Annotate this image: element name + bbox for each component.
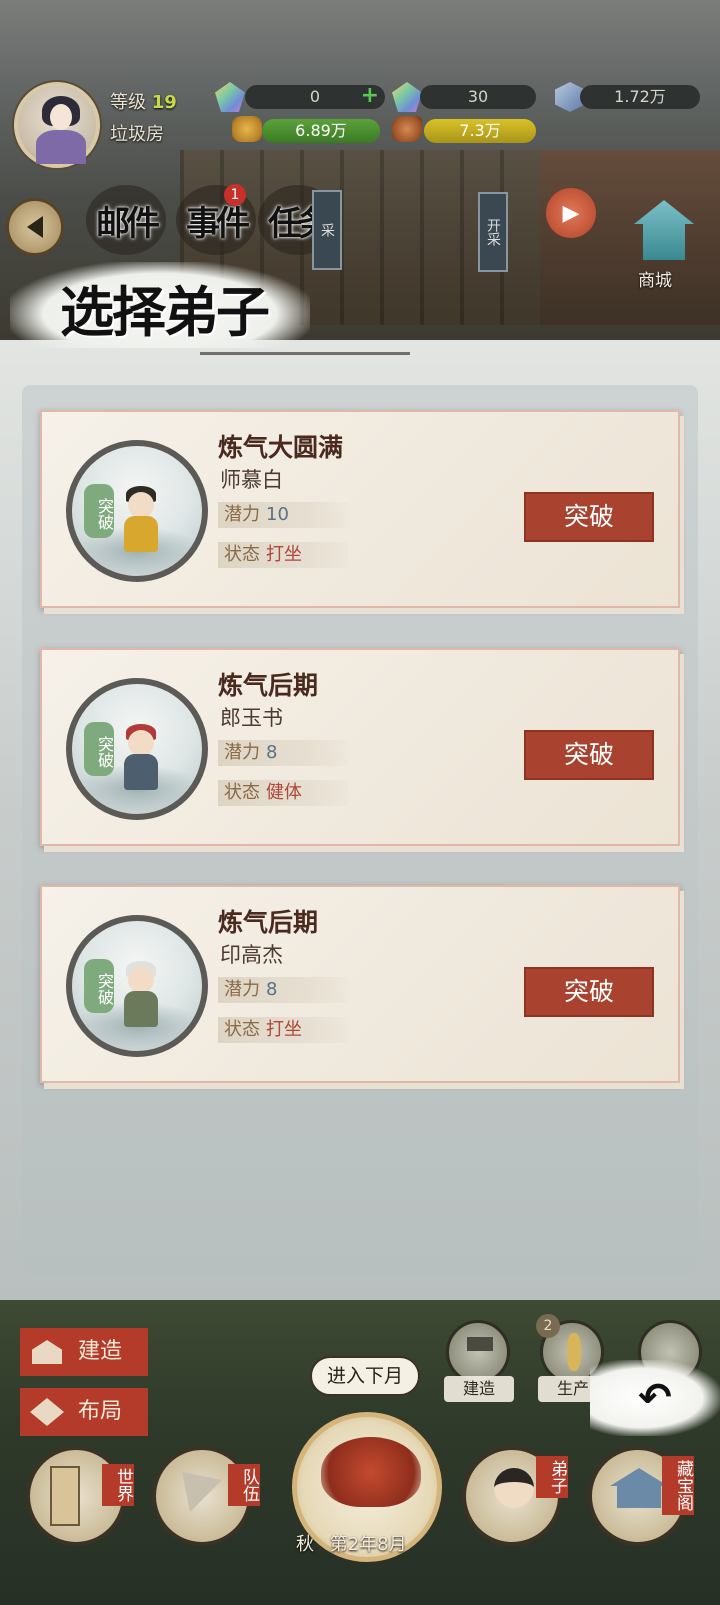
status-value: 打坐 <box>266 1019 302 1040</box>
disciple-realm: 炼气大圆满 <box>218 433 344 462</box>
level-label: 等级 <box>110 92 146 113</box>
location-label: 垃圾房 <box>110 124 164 145</box>
potential-label: 潜力 <box>224 504 260 525</box>
potential-value: 10 <box>266 504 289 525</box>
build-button[interactable]: 建造 <box>20 1328 148 1376</box>
potential-value: 8 <box>266 742 278 763</box>
add-jade-icon[interactable]: + <box>361 85 379 107</box>
maple-tree-icon <box>321 1437 421 1507</box>
nav-team-label: 队伍 <box>228 1464 260 1506</box>
disciple-face-icon <box>494 1468 534 1508</box>
date-label: 第2年8月 <box>329 1534 407 1555</box>
potential-row: 潜力 10 <box>218 502 348 528</box>
potential-row: 潜力 8 <box>218 977 348 1003</box>
mine-sign-left[interactable]: 采 <box>312 190 342 270</box>
hammer-icon <box>467 1337 493 1351</box>
character-body <box>124 991 158 1027</box>
breakthrough-button[interactable]: 突破 <box>524 730 654 780</box>
nav-disciple-label: 弟子 <box>536 1456 568 1498</box>
disciple-realm: 炼气后期 <box>218 908 319 937</box>
build-tool-label: 建造 <box>444 1376 514 1402</box>
mail-button[interactable]: 邮件 <box>86 185 166 255</box>
crystal-value: 1.72万 <box>614 87 666 106</box>
pavilion-icon <box>610 1468 668 1508</box>
season-label: 秋 <box>296 1534 314 1555</box>
status-row: 状态 打坐 <box>218 542 348 568</box>
gem-bar: 30 <box>420 85 536 109</box>
status-value: 打坐 <box>266 544 302 565</box>
disciple-card[interactable]: 突破 炼气后期 郎玉书 潜力 8 状态 健体 突破 <box>40 648 680 846</box>
gold-bar: 6.89万 <box>262 119 380 143</box>
disciple-portrait: 突破 <box>66 678 208 820</box>
play-icon: ▶ <box>562 200 580 226</box>
jade-bar[interactable]: 0 + <box>245 85 385 109</box>
mine-sign-right[interactable]: 开采 <box>478 192 508 272</box>
avatar-face <box>50 104 72 130</box>
character-head <box>128 730 154 756</box>
potential-value: 8 <box>266 979 278 1000</box>
disciple-portrait: 突破 <box>66 915 208 1057</box>
gold-value: 6.89万 <box>295 121 347 140</box>
disciple-name: 郎玉书 <box>220 706 283 730</box>
crystal-bar: 1.72万 <box>580 85 700 109</box>
status-row: 状态 打坐 <box>218 1017 348 1043</box>
flag-icon <box>182 1472 222 1512</box>
avatar-body <box>36 130 86 164</box>
breakthrough-tag: 突破 <box>84 959 114 1013</box>
gem-value: 30 <box>467 87 489 106</box>
gold-icon <box>232 116 262 142</box>
house-icon <box>32 1340 62 1364</box>
character-body <box>124 516 158 552</box>
title-underline <box>200 352 410 355</box>
layout-button[interactable]: 布局 <box>20 1388 148 1436</box>
layout-label: 布局 <box>78 1399 123 1424</box>
nav-world-label: 世界 <box>102 1464 134 1506</box>
character-body <box>124 754 158 790</box>
status-value: 健体 <box>266 782 302 803</box>
events-badge: 1 <box>224 184 246 206</box>
build-tool-button[interactable] <box>446 1320 510 1384</box>
level-display: 等级 19 <box>110 88 177 114</box>
grid-icon <box>30 1398 64 1426</box>
ore-bar: 7.3万 <box>424 119 536 143</box>
potential-label: 潜力 <box>224 979 260 1000</box>
status-row: 状态 健体 <box>218 780 348 806</box>
breakthrough-button[interactable]: 突破 <box>524 492 654 542</box>
level-value: 19 <box>151 92 177 113</box>
expand-right-button[interactable]: ▶ <box>546 188 596 238</box>
disciple-portrait: 突破 <box>66 440 208 582</box>
season-date: 秋 第2年8月 <box>296 1530 407 1556</box>
back-button[interactable]: ↶ <box>590 1360 720 1436</box>
player-avatar[interactable] <box>14 82 100 168</box>
disciple-card[interactable]: 突破 炼气后期 印高杰 潜力 8 状态 打坐 突破 <box>40 885 680 1083</box>
modal-title: 选择弟子 <box>60 280 270 344</box>
shop-label: 商城 <box>638 271 672 291</box>
next-month-bubble[interactable]: 进入下月 <box>310 1356 420 1396</box>
ore-icon <box>392 116 422 142</box>
breakthrough-button[interactable]: 突破 <box>524 967 654 1017</box>
status-label: 状态 <box>224 782 260 803</box>
status-label: 状态 <box>224 1019 260 1040</box>
disciple-name: 印高杰 <box>220 943 283 967</box>
triangle-left-icon <box>27 216 43 238</box>
potential-row: 潜力 8 <box>218 740 348 766</box>
wheat-icon <box>567 1333 581 1371</box>
disciple-card[interactable]: 突破 炼气大圆满 师慕白 潜力 10 状态 打坐 突破 <box>40 410 680 608</box>
breakthrough-tag: 突破 <box>84 484 114 538</box>
breakthrough-tag: 突破 <box>84 722 114 776</box>
produce-badge: 2 <box>536 1314 560 1338</box>
scroll-map-icon <box>50 1466 80 1526</box>
character-head <box>128 967 154 993</box>
disciple-name: 师慕白 <box>220 468 283 492</box>
build-label: 建造 <box>78 1339 123 1364</box>
jade-value: 0 <box>309 87 321 106</box>
disciple-realm: 炼气后期 <box>218 671 319 700</box>
status-label: 状态 <box>224 544 260 565</box>
potential-label: 潜力 <box>224 742 260 763</box>
collapse-left-button[interactable] <box>6 198 64 256</box>
ore-value: 7.3万 <box>459 121 501 140</box>
nav-treasure-label: 藏宝阁 <box>662 1456 694 1515</box>
character-head <box>128 492 154 518</box>
